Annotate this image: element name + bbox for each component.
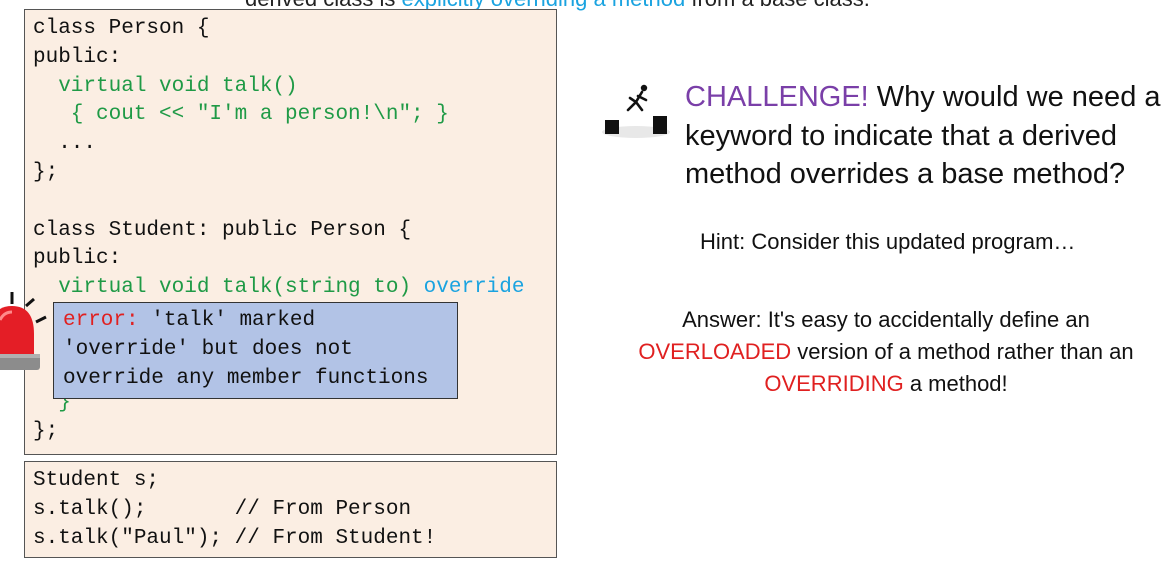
code-token: ... (33, 132, 97, 156)
answer-overloaded: OVERLOADED (638, 339, 792, 364)
code-line: s.talk(); // From Person (33, 496, 436, 525)
answer-overriding: OVERRIDING (764, 371, 904, 396)
answer-part: a method! (903, 371, 1008, 396)
code-token: }; (33, 160, 59, 184)
code-token: virtual void talk() (33, 74, 298, 98)
code-token: override (423, 276, 525, 300)
answer-part: version of a method rather than an (791, 339, 1134, 364)
code-line: }; (33, 418, 525, 447)
code-line: class Person { (33, 15, 525, 44)
answer-part: Answer: It's easy to accidentally define… (682, 307, 1090, 332)
code-line: virtual void talk() (33, 73, 525, 102)
answer-text: Answer: It's easy to accidentally define… (620, 304, 1152, 400)
code-token: public: (33, 247, 122, 271)
code-line: public: (33, 245, 525, 274)
jumping-figure-icon (602, 84, 670, 138)
top-caption-text-end: from a base class. (685, 0, 870, 11)
code-usage-text: Student s; s.talk(); // From Person s.talk… (33, 467, 436, 553)
code-token: Student s; (33, 469, 160, 492)
code-token: }; (33, 420, 59, 444)
code-line: s.talk("Paul"); // From Student! (33, 525, 436, 554)
code-token: { cout << "I'm a person!\n"; } (33, 103, 449, 127)
code-line: public: (33, 44, 525, 73)
error-message: error: 'talk' marked 'override' but does… (63, 307, 428, 393)
challenge-label: CHALLENGE! (685, 81, 869, 113)
error-label: error: (63, 309, 139, 332)
code-line: ... (33, 130, 525, 159)
code-line: Student s; (33, 467, 436, 496)
code-token: virtual void talk(string to) (33, 276, 424, 300)
challenge-question: CHALLENGE! Why would we need a keyword t… (685, 78, 1164, 194)
code-token: s.talk(); // From Person (33, 497, 412, 521)
code-token: public: (33, 45, 122, 69)
code-token: class Student: public Person { (33, 218, 412, 242)
code-line: virtual void talk(string to) override (33, 274, 525, 303)
error-line: 'talk' marked (138, 309, 316, 332)
siren-alarm-icon (0, 292, 47, 370)
code-line: { cout << "I'm a person!\n"; } (33, 101, 525, 130)
code-line: }; (33, 159, 525, 188)
error-line: 'override' but does not (63, 337, 353, 361)
code-line: class Student: public Person { (33, 217, 525, 246)
code-token: s.talk("Paul"); // From Student! (33, 526, 437, 550)
error-line: override any member functions (63, 366, 429, 390)
hint-text: Hint: Consider this updated program… (700, 229, 1076, 254)
code-token: class Person { (33, 17, 210, 40)
